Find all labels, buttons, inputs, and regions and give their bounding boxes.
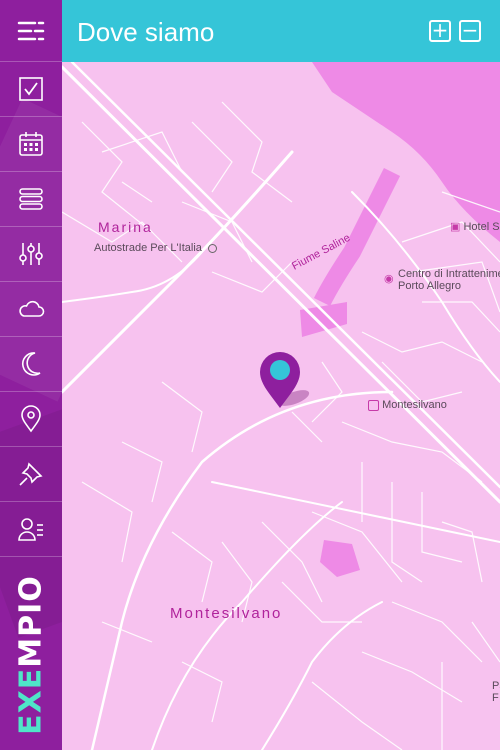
river	[313, 167, 401, 307]
checkbox-icon	[19, 77, 43, 101]
map-label-centro: ◉ Centro di Intrattenimer Porto Allegro	[384, 268, 500, 292]
zoom-in-button[interactable]: +	[429, 20, 451, 42]
location-marker-icon[interactable]	[258, 350, 314, 410]
map-label-edge: Pa F	[492, 680, 500, 704]
page-title: Dove siamo	[77, 17, 215, 47]
sidebar-item-list[interactable]	[0, 172, 62, 227]
sidebar-item-calendar[interactable]	[0, 117, 62, 172]
map-label-hotel: ▣ Hotel Se	[450, 221, 500, 233]
header-bar: Dove siamo + −	[62, 0, 500, 62]
sidebar-item-settings[interactable]	[0, 227, 62, 282]
sidebar: EXEMPIO	[0, 0, 62, 750]
contacts-icon	[18, 518, 43, 541]
zoom-out-button[interactable]: −	[459, 20, 481, 42]
moon-icon	[21, 352, 41, 376]
sidebar-item-contacts[interactable]	[0, 502, 62, 557]
hotel-icon: ▣	[450, 221, 461, 233]
location-pin-icon	[21, 405, 41, 433]
sliders-icon	[19, 243, 43, 265]
map-block	[300, 302, 347, 337]
cloud-icon	[19, 300, 45, 317]
map-label-station: Montesilvano	[368, 399, 447, 411]
map-block	[320, 540, 360, 577]
station-icon	[368, 399, 379, 411]
entertainment-icon: ◉	[384, 273, 394, 285]
sidebar-item-checklist[interactable]	[0, 62, 62, 117]
sidebar-item-pin[interactable]	[0, 447, 62, 502]
map-label-autostrade: Autostrade Per L'Italia	[94, 242, 217, 254]
map-label-town: Montesilvano	[170, 605, 283, 622]
poi-marker-icon	[207, 243, 217, 253]
brand-logo: EXEMPIO	[0, 560, 62, 750]
menu-button[interactable]	[0, 0, 62, 62]
calendar-icon	[19, 132, 43, 156]
brand-wordmark: EXEMPIO	[13, 575, 49, 735]
water-area	[312, 62, 500, 242]
sidebar-item-night[interactable]	[0, 337, 62, 392]
minor-streets	[62, 101, 500, 750]
map-view[interactable]: Marina Autostrade Per L'Italia Fiume Sal…	[62, 62, 500, 750]
menu-icon	[17, 21, 45, 40]
map-label-marina: Marina	[98, 219, 153, 235]
list-icon	[19, 188, 43, 210]
pushpin-icon	[19, 462, 43, 486]
sidebar-item-weather[interactable]	[0, 282, 62, 337]
sidebar-item-location[interactable]	[0, 392, 62, 447]
